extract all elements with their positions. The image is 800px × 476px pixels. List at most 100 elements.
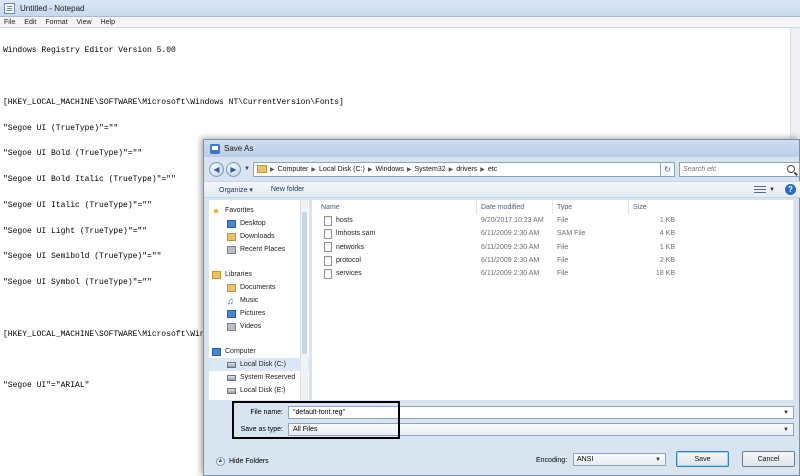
nav-item-videos[interactable]: Videos bbox=[209, 320, 309, 333]
menu-edit[interactable]: Edit bbox=[24, 19, 36, 26]
refresh-icon[interactable]: ↻ bbox=[660, 161, 675, 177]
downloads-folder-icon bbox=[227, 232, 236, 241]
cancel-button[interactable]: Cancel bbox=[742, 451, 795, 467]
file-type: File bbox=[557, 243, 569, 251]
chevron-right-icon[interactable]: ▶ bbox=[407, 166, 412, 173]
dialog-title: Save As bbox=[224, 144, 254, 153]
menu-format[interactable]: Format bbox=[45, 19, 67, 26]
file-row[interactable]: hosts 9/20/2017 10:23 AM File 1 KB bbox=[312, 214, 793, 227]
nav-item-system-reserved[interactable]: System Reserved bbox=[209, 371, 309, 384]
folder-icon bbox=[256, 165, 267, 173]
toolbar-right: ▼ ? bbox=[754, 184, 796, 195]
address-bar[interactable]: ▶ Computer ▶ Local Disk (C:) ▶ Windows ▶… bbox=[252, 161, 661, 177]
file-row[interactable]: networks 6/11/2009 2:30 AM File 1 KB bbox=[312, 241, 793, 254]
file-icon bbox=[324, 255, 332, 266]
breadcrumb-computer[interactable]: Computer bbox=[278, 166, 309, 173]
file-row[interactable]: lmhosts.sam 6/11/2009 2:30 AM SAM File 4… bbox=[312, 227, 793, 240]
chevron-right-icon[interactable]: ▶ bbox=[311, 166, 316, 173]
videos-icon bbox=[227, 322, 236, 331]
file-name: lmhosts.sam bbox=[336, 230, 376, 238]
nav-item-downloads[interactable]: Downloads bbox=[209, 230, 309, 243]
chevron-down-icon[interactable]: ▼ bbox=[655, 457, 661, 463]
views-dropdown-icon[interactable]: ▼ bbox=[769, 187, 775, 193]
drive-icon bbox=[227, 374, 236, 381]
breadcrumb-local-disk[interactable]: Local Disk (C:) bbox=[319, 166, 365, 173]
views-icon[interactable] bbox=[754, 185, 767, 195]
search-box[interactable] bbox=[678, 161, 800, 177]
file-icon bbox=[324, 228, 332, 239]
chevron-right-icon[interactable]: ▶ bbox=[449, 166, 454, 173]
file-name-cell: hosts bbox=[312, 215, 477, 226]
nav-libraries[interactable]: Libraries bbox=[209, 268, 309, 281]
chevron-up-icon: ▲ bbox=[216, 456, 225, 466]
organize-button[interactable]: Organize ▾ bbox=[219, 186, 253, 194]
chevron-right-icon[interactable]: ▶ bbox=[270, 166, 275, 173]
back-arrow-icon[interactable]: ◀ bbox=[209, 161, 224, 177]
file-type: File bbox=[557, 217, 569, 225]
breadcrumb-etc[interactable]: etc bbox=[488, 166, 497, 173]
file-name-cell: networks bbox=[312, 242, 477, 253]
libraries-icon bbox=[212, 270, 221, 279]
search-icon[interactable] bbox=[786, 165, 795, 173]
desktop-icon bbox=[227, 219, 236, 228]
search-input[interactable] bbox=[682, 165, 778, 173]
file-date: 6/11/2009 2:30 AM bbox=[481, 270, 540, 278]
nav-label: Pictures bbox=[240, 310, 266, 317]
nav-computer[interactable]: Computer bbox=[209, 345, 309, 358]
notepad-title: Untitled - Notepad bbox=[20, 3, 85, 13]
forward-arrow-icon[interactable]: ▶ bbox=[226, 161, 241, 177]
breadcrumb-system32[interactable]: System32 bbox=[415, 166, 446, 173]
recent-places-icon bbox=[227, 245, 236, 254]
save-button[interactable]: Save bbox=[676, 451, 729, 467]
nav-item-documents[interactable]: Documents bbox=[209, 281, 309, 294]
nav-item-recent-places[interactable]: Recent Places bbox=[209, 243, 309, 256]
file-size: 1 KB bbox=[659, 217, 675, 225]
chevron-down-icon[interactable]: ▼ bbox=[783, 427, 789, 433]
column-type[interactable]: Type bbox=[553, 200, 629, 214]
file-list: Name Date modified Type Size hosts 9/20/… bbox=[312, 200, 793, 400]
file-icon bbox=[324, 268, 332, 279]
nav-item-desktop[interactable]: Desktop bbox=[209, 217, 309, 230]
new-folder-button[interactable]: New folder bbox=[271, 186, 304, 193]
nav-label: Computer bbox=[225, 348, 256, 355]
address-row: ◀ ▶ ▼ ▶ Computer ▶ Local Disk (C:) ▶ Win… bbox=[204, 159, 800, 179]
menu-view[interactable]: View bbox=[77, 19, 92, 26]
file-type: SAM File bbox=[557, 230, 586, 238]
file-size: 4 KB bbox=[659, 230, 675, 238]
chevron-down-icon[interactable]: ▼ bbox=[783, 410, 789, 416]
file-list-header: Name Date modified Type Size bbox=[312, 200, 793, 214]
column-date-modified[interactable]: Date modified bbox=[477, 200, 553, 214]
nav-label: Local Disk (E:) bbox=[240, 387, 286, 394]
column-size[interactable]: Size bbox=[629, 200, 679, 214]
nav-item-local-disk-c[interactable]: Local Disk (C:) bbox=[209, 358, 309, 371]
text-line: "Segoe UI (TrueType)"="" bbox=[3, 123, 119, 133]
hide-folders-toggle[interactable]: ▲ Hide Folders bbox=[216, 456, 269, 466]
nav-favorites[interactable]: ★ Favorites bbox=[209, 204, 309, 217]
file-name-cell: protocol bbox=[312, 255, 477, 266]
encoding-select[interactable]: ANSI ▼ bbox=[573, 453, 666, 466]
notepad-menubar: File Edit Format View Help bbox=[0, 17, 800, 28]
breadcrumb-drivers[interactable]: drivers bbox=[456, 166, 477, 173]
navigation-scrollbar[interactable] bbox=[300, 200, 308, 400]
nav-item-pictures[interactable]: Pictures bbox=[209, 307, 309, 320]
documents-icon bbox=[227, 283, 236, 292]
encoding-value: ANSI bbox=[577, 456, 594, 463]
drive-icon bbox=[227, 387, 236, 394]
chevron-right-icon[interactable]: ▶ bbox=[368, 166, 373, 173]
drive-icon bbox=[227, 361, 236, 368]
recent-locations-dropdown-icon[interactable]: ▼ bbox=[244, 166, 250, 172]
nav-item-local-disk-e[interactable]: Local Disk (E:) bbox=[209, 384, 309, 397]
dialog-titlebar: Save As bbox=[204, 140, 799, 157]
breadcrumb-windows[interactable]: Windows bbox=[375, 166, 403, 173]
help-icon[interactable]: ? bbox=[785, 184, 796, 195]
scrollbar-thumb[interactable] bbox=[302, 212, 307, 354]
menu-help[interactable]: Help bbox=[101, 19, 115, 26]
nav-label: Recent Places bbox=[240, 246, 286, 253]
nav-item-music[interactable]: ♫ Music bbox=[209, 294, 309, 307]
file-name: protocol bbox=[336, 257, 361, 265]
chevron-right-icon[interactable]: ▶ bbox=[480, 166, 485, 173]
menu-file[interactable]: File bbox=[4, 19, 15, 26]
column-name[interactable]: Name bbox=[312, 200, 477, 214]
file-row[interactable]: protocol 6/11/2009 2:30 AM File 2 KB bbox=[312, 254, 793, 267]
file-row[interactable]: services 6/11/2009 2:30 AM File 18 KB bbox=[312, 267, 793, 280]
